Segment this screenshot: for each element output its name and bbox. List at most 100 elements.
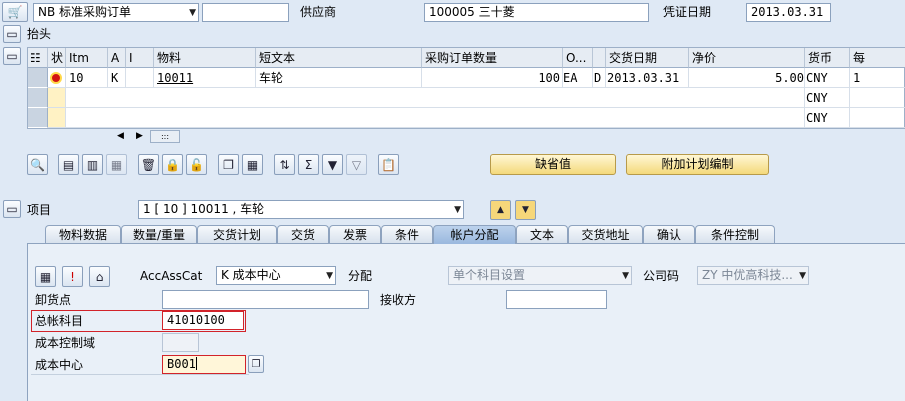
lock-icon[interactable]: 🔒: [162, 154, 183, 175]
delete-icon[interactable]: 🗑: [138, 154, 159, 175]
cost-center-label: 成本中心: [35, 358, 84, 372]
col-itm[interactable]: Itm: [66, 48, 108, 68]
distribution-label: 分配: [348, 269, 373, 283]
row2-per[interactable]: [850, 88, 905, 108]
row1-currency[interactable]: CNY: [805, 68, 850, 88]
sort-icon[interactable]: ⇅: [274, 154, 295, 175]
chevron-down-icon: ▼: [622, 271, 629, 281]
filter-delete-icon[interactable]: ▽: [346, 154, 367, 175]
doc-date-field[interactable]: 2013.03.31: [746, 3, 831, 22]
expand-header-icon[interactable]: ▭: [3, 25, 21, 43]
row3-status: [48, 108, 66, 128]
col-unit[interactable]: O...: [563, 48, 593, 68]
row1-i[interactable]: [126, 68, 154, 88]
cost-center-value: B001: [167, 357, 196, 371]
col-d[interactable]: [593, 48, 606, 68]
copy-icon[interactable]: ❐: [218, 154, 239, 175]
col-a[interactable]: A: [108, 48, 126, 68]
cart-icon[interactable]: 🛒: [2, 2, 28, 22]
table-settings-icon[interactable]: ▦: [242, 154, 263, 175]
row3-per[interactable]: [850, 108, 905, 128]
col-i[interactable]: I: [126, 48, 154, 68]
previous-item-icon[interactable]: ▲: [490, 200, 511, 220]
row1-material[interactable]: 10011: [154, 68, 256, 88]
unloading-point-field[interactable]: [162, 290, 369, 309]
company-code-select[interactable]: ZY 中优高科技... ▼: [697, 266, 809, 285]
multi-account-icon[interactable]: ▦: [35, 266, 56, 287]
col-short-text[interactable]: 短文本: [256, 48, 422, 68]
row-selector[interactable]: [28, 68, 48, 88]
co-area-field[interactable]: [162, 333, 199, 352]
row3-currency[interactable]: CNY: [805, 108, 850, 128]
row2-status: [48, 88, 66, 108]
acc-ass-cat-label: AccAssCat: [140, 269, 203, 283]
row-selector[interactable]: [28, 108, 48, 128]
tab-confirmations[interactable]: 确认: [643, 225, 695, 244]
additional-planning-button[interactable]: 附加计划编制: [626, 154, 769, 175]
doc-date-label: 凭证日期: [663, 5, 712, 19]
company-code-value: ZY 中优高科技...: [702, 268, 793, 282]
acc-ass-cat-select[interactable]: K 成本中心 ▼: [216, 266, 336, 285]
details-icon[interactable]: 🔍: [27, 154, 48, 175]
row2-empty[interactable]: [66, 88, 805, 108]
row1-d[interactable]: D: [593, 68, 606, 88]
tab-delivery[interactable]: 交货: [277, 225, 329, 244]
expand-all-icon[interactable]: ▤: [58, 154, 79, 175]
vendor-field[interactable]: 100005 三十菱: [424, 3, 649, 22]
scroll-right-icon[interactable]: ▶: [136, 131, 143, 141]
col-currency[interactable]: 货币: [805, 48, 850, 68]
col-per[interactable]: 每: [850, 48, 905, 68]
item-select[interactable]: 1 [ 10 ] 10011 , 车轮 ▼: [138, 200, 464, 219]
info-icon[interactable]: !: [62, 266, 83, 287]
row2-currency[interactable]: CNY: [805, 88, 850, 108]
tab-delivery-schedule[interactable]: 交货计划: [197, 225, 277, 244]
row1-net-price[interactable]: 5.00: [689, 68, 805, 88]
col-delivery-date[interactable]: 交货日期: [606, 48, 689, 68]
gl-account-label: 总帐科目: [35, 314, 84, 328]
expand-items-icon[interactable]: ▭: [3, 47, 21, 65]
tab-account-assignment[interactable]: 帐户分配: [433, 225, 516, 244]
row1-short-text[interactable]: 车轮: [256, 68, 422, 88]
col-material[interactable]: 物料: [154, 48, 256, 68]
acc-ass-cat-value: K 成本中心: [221, 268, 281, 282]
tab-delivery-address[interactable]: 交货地址: [568, 225, 643, 244]
doc-type-select[interactable]: NB 标准采购订单 ▼: [33, 3, 199, 22]
filter-icon[interactable]: ▼: [322, 154, 343, 175]
search-help-icon[interactable]: ❐: [248, 355, 264, 373]
po-number-field[interactable]: [202, 3, 289, 22]
status-icon: [48, 68, 66, 88]
default-values-button[interactable]: 缺省值: [490, 154, 616, 175]
row1-itm[interactable]: 10: [66, 68, 108, 88]
row1-per[interactable]: 1: [850, 68, 905, 88]
item-select-value: 1 [ 10 ] 10011 , 车轮: [143, 202, 265, 216]
next-item-icon[interactable]: ▼: [515, 200, 536, 220]
row1-unit[interactable]: EA: [563, 68, 593, 88]
select-all-icon[interactable]: ☷: [28, 48, 48, 68]
account-assignment-icon[interactable]: ⌂: [89, 266, 110, 287]
gl-account-field[interactable]: 41010100: [162, 311, 244, 330]
row1-qty[interactable]: 100: [422, 68, 563, 88]
col-net-price[interactable]: 净价: [689, 48, 805, 68]
tab-quantity-weight[interactable]: 数量/重量: [121, 225, 197, 244]
clipboard-icon[interactable]: 📋: [378, 154, 399, 175]
row3-empty[interactable]: [66, 108, 805, 128]
scroll-left-icon[interactable]: ◀: [117, 131, 124, 141]
copy-details-icon[interactable]: ▦: [106, 154, 127, 175]
row-selector[interactable]: [28, 88, 48, 108]
tab-conditions[interactable]: 条件: [381, 225, 433, 244]
col-qty[interactable]: 采购订单数量: [422, 48, 563, 68]
cost-center-field[interactable]: B001: [162, 355, 246, 374]
recipient-field[interactable]: [506, 290, 607, 309]
horizontal-scrollbar[interactable]: :::: [150, 130, 180, 143]
tab-condition-control[interactable]: 条件控制: [695, 225, 775, 244]
distribution-select[interactable]: 单个科目设置 ▼: [448, 266, 632, 285]
row1-delivery-date[interactable]: 2013.03.31: [606, 68, 689, 88]
tab-invoice[interactable]: 发票: [329, 225, 381, 244]
expand-item-detail-icon[interactable]: ▭: [3, 200, 21, 218]
sum-icon[interactable]: Σ: [298, 154, 319, 175]
collapse-all-icon[interactable]: ▥: [82, 154, 103, 175]
tab-material-data[interactable]: 物料数据: [45, 225, 121, 244]
unlock-icon[interactable]: 🔓: [186, 154, 207, 175]
row1-a[interactable]: K: [108, 68, 126, 88]
tab-text[interactable]: 文本: [516, 225, 568, 244]
